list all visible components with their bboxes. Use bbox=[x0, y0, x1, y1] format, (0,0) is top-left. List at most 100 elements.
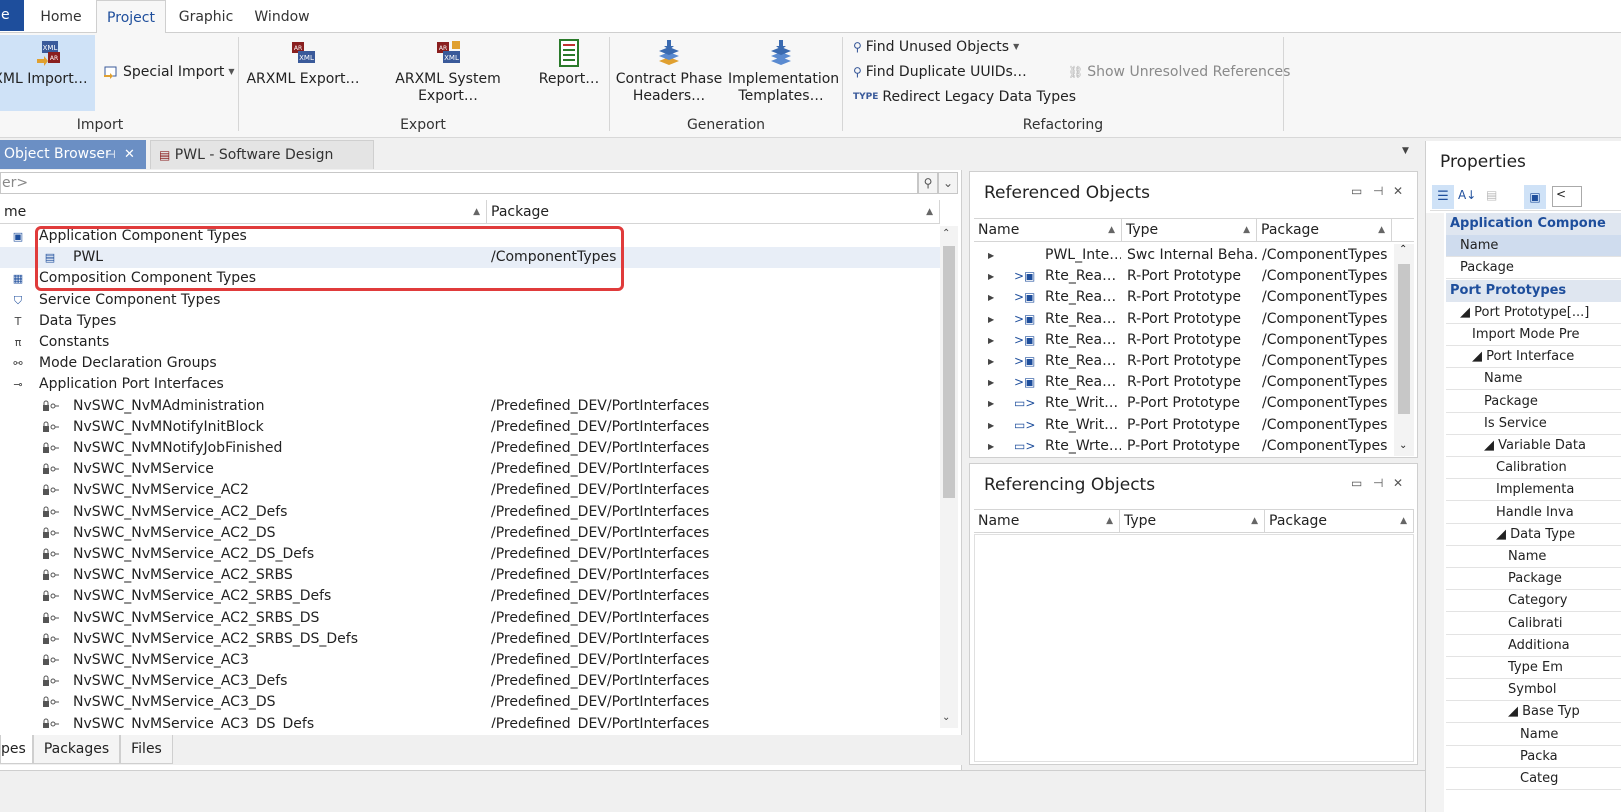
property-row[interactable]: Category bbox=[1446, 590, 1621, 613]
referenced-row[interactable]: ▶ >▣ Rte_Rea… R-Port Prototype/ComponentTyp… bbox=[974, 330, 1392, 351]
property-row[interactable]: Name bbox=[1446, 235, 1621, 258]
property-row[interactable]: Calibration bbox=[1446, 457, 1621, 480]
find-unused-objects-button[interactable]: ⚲ Find Unused Objects ▼ bbox=[853, 38, 1019, 56]
scroll-up-icon[interactable]: ⌃ bbox=[942, 228, 950, 239]
property-row[interactable]: Packa bbox=[1446, 746, 1621, 768]
expand-arrow-icon[interactable]: ▶ bbox=[988, 330, 994, 351]
vertical-scrollbar[interactable]: ⌃ ⌄ bbox=[1394, 244, 1414, 456]
referenced-row[interactable]: ▶ PWL_Inte… Swc Internal Beha…/ComponentTy… bbox=[974, 245, 1392, 266]
column-package-header[interactable]: Package ▲ bbox=[487, 200, 940, 224]
arxml-export-button[interactable]: AR XML ARXML Export… bbox=[246, 39, 360, 88]
scrollbar-thumb[interactable] bbox=[943, 246, 955, 498]
referenced-row[interactable]: ▶ ▭> Rte_Wrte… P-Port Prototype/ComponentTy… bbox=[974, 436, 1392, 456]
expand-arrow-icon[interactable]: ▶ bbox=[988, 266, 994, 287]
property-row[interactable]: ◢ Data Type bbox=[1446, 524, 1621, 546]
column-type-header[interactable]: Type ▲ bbox=[1122, 219, 1257, 242]
property-row[interactable]: Name bbox=[1446, 724, 1621, 746]
file-tab[interactable]: e bbox=[0, 0, 24, 31]
referenced-row[interactable]: ▶ >▣ Rte_Rea… R-Port Prototype/ComponentTyp… bbox=[974, 372, 1392, 393]
property-row[interactable]: Package bbox=[1446, 257, 1621, 280]
property-row[interactable]: Type Em bbox=[1446, 657, 1621, 679]
tab-window[interactable]: Window bbox=[246, 0, 318, 33]
tree-row[interactable]: NvSWC_NvMService_AC2_SRBS_DS_Defs/Predef… bbox=[0, 629, 940, 650]
tab-list-dropdown-icon[interactable]: ▼ bbox=[1402, 146, 1409, 156]
tab-home[interactable]: Home bbox=[28, 0, 94, 33]
tree-row[interactable]: ⚯ Mode Declaration Groups bbox=[0, 353, 940, 374]
property-row[interactable]: Implementa bbox=[1446, 479, 1621, 502]
pin-icon[interactable]: ⊣ bbox=[106, 140, 116, 169]
filter-dropdown-icon[interactable]: ⌄ bbox=[938, 172, 958, 194]
arxml-import-button[interactable]: XML AR XML Import… bbox=[0, 39, 95, 88]
column-package-header[interactable]: Package ▲ bbox=[1257, 219, 1392, 242]
categorized-view-icon[interactable]: ☰ bbox=[1432, 185, 1454, 209]
tree-row[interactable]: NvSWC_NvMAdministration/Predefined_DEV/P… bbox=[0, 396, 940, 417]
tree-row[interactable]: NvSWC_NvMService_AC2_DS_Defs/Predefined_… bbox=[0, 544, 940, 565]
property-row[interactable]: ◢ Base Typ bbox=[1446, 701, 1621, 724]
contract-phase-headers-button[interactable]: Contract Phase Headers… bbox=[614, 39, 724, 105]
pin-icon[interactable]: ⊣ bbox=[1373, 476, 1383, 490]
expand-arrow-icon[interactable]: ▶ bbox=[988, 415, 994, 436]
property-category[interactable]: Port Prototypes bbox=[1446, 279, 1621, 302]
tab-packages[interactable]: Packages bbox=[33, 735, 120, 764]
property-row[interactable]: Package bbox=[1446, 568, 1621, 591]
property-row[interactable]: Symbol bbox=[1446, 679, 1621, 702]
tab-types[interactable]: pes bbox=[0, 735, 33, 764]
show-unresolved-references-button[interactable]: ⛓ Show Unresolved References bbox=[1068, 63, 1290, 81]
tree-row[interactable]: ⊸ Application Port Interfaces bbox=[0, 374, 940, 395]
column-name-header[interactable]: me ▲ bbox=[0, 200, 487, 224]
property-row[interactable]: Handle Inva bbox=[1446, 502, 1621, 524]
scrollbar-thumb[interactable] bbox=[1398, 264, 1410, 414]
tree-row[interactable]: NvSWC_NvMService_AC2_SRBS/Predefined_DEV… bbox=[0, 565, 940, 586]
property-row[interactable]: ◢ Port Interface bbox=[1446, 346, 1621, 369]
tab-files[interactable]: Files bbox=[120, 735, 173, 764]
close-icon[interactable]: ✕ bbox=[124, 140, 135, 169]
tree-row[interactable]: NvSWC_NvMService_AC2_DS/Predefined_DEV/P… bbox=[0, 523, 940, 544]
tab-project[interactable]: Project bbox=[96, 0, 166, 34]
scroll-down-icon[interactable]: ⌄ bbox=[942, 712, 950, 723]
tab-pwl-software-design[interactable]: ▤ PWL - Software Design bbox=[150, 140, 374, 169]
back-icon[interactable]: < bbox=[1552, 186, 1582, 207]
property-row[interactable]: Categ bbox=[1446, 768, 1621, 790]
find-duplicate-uuids-button[interactable]: ⚲ Find Duplicate UUIDs… bbox=[853, 63, 1027, 81]
expand-arrow-icon[interactable]: ▶ bbox=[988, 393, 994, 414]
column-name-header[interactable]: Name ▲ bbox=[974, 219, 1122, 242]
column-package-header[interactable]: Package ▲ bbox=[1265, 510, 1414, 533]
property-row[interactable]: ◢ Port Prototype[...] bbox=[1446, 302, 1621, 324]
tree-row[interactable]: π Constants bbox=[0, 332, 940, 353]
tree-row[interactable]: NvSWC_NvMService_AC2_Defs/Predefined_DEV… bbox=[0, 502, 940, 523]
tree-row[interactable]: ⛉ Service Component Types bbox=[0, 290, 940, 311]
description-icon[interactable]: ▣ bbox=[1524, 185, 1546, 209]
property-row[interactable]: Package bbox=[1446, 391, 1621, 413]
scroll-down-icon[interactable]: ⌄ bbox=[1399, 440, 1407, 451]
property-row[interactable]: Name bbox=[1446, 546, 1621, 568]
property-row[interactable]: Is Service bbox=[1446, 413, 1621, 435]
property-row[interactable]: ◢ Variable Data bbox=[1446, 435, 1621, 457]
maximize-icon[interactable]: ▭ bbox=[1351, 184, 1362, 198]
referenced-row[interactable]: ▶ >▣ Rte_Rea… R-Port Prototype/ComponentTyp… bbox=[974, 351, 1392, 372]
scroll-up-icon[interactable]: ⌃ bbox=[1399, 244, 1407, 255]
referenced-row[interactable]: ▶ >▣ Rte_Rea… R-Port Prototype/ComponentTyp… bbox=[974, 266, 1392, 287]
referenced-row[interactable]: ▶ ▭> Rte_Writ… P-Port Prototype/ComponentTy… bbox=[974, 393, 1392, 414]
property-row[interactable]: Name bbox=[1446, 368, 1621, 391]
filter-input[interactable]: er> bbox=[0, 172, 918, 194]
referenced-row[interactable]: ▶ >▣ Rte_Rea… R-Port Prototype/ComponentTyp… bbox=[974, 287, 1392, 308]
column-name-header[interactable]: Name ▲ bbox=[974, 510, 1120, 533]
property-row[interactable]: Import Mode Pre bbox=[1446, 324, 1621, 346]
tree-row[interactable]: T Data Types bbox=[0, 311, 940, 332]
tree-row[interactable]: NvSWC_NvMService_AC3_DS/Predefined_DEV/P… bbox=[0, 692, 940, 713]
property-pages-icon[interactable]: ▤ bbox=[1486, 188, 1497, 202]
expand-arrow-icon[interactable]: ▶ bbox=[988, 372, 994, 393]
tab-object-browser[interactable]: Object Browser ⊣ ✕ bbox=[0, 140, 146, 169]
property-row[interactable]: Calibrati bbox=[1446, 613, 1621, 635]
expand-arrow-icon[interactable]: ▶ bbox=[988, 287, 994, 308]
sort-alpha-icon[interactable]: A↓ bbox=[1458, 188, 1476, 202]
tree-row[interactable]: NvSWC_NvMNotifyInitBlock/Predefined_DEV/… bbox=[0, 417, 940, 438]
referenced-row[interactable]: ▶ ▭> Rte_Writ… P-Port Prototype/ComponentTy… bbox=[974, 415, 1392, 436]
special-import-button[interactable]: Special Import ▼ bbox=[103, 63, 235, 81]
tree-row[interactable]: NvSWC_NvMService_AC2_SRBS_Defs/Predefine… bbox=[0, 586, 940, 607]
tree-row[interactable]: NvSWC_NvMService/Predefined_DEV/PortInte… bbox=[0, 459, 940, 480]
tab-graphic[interactable]: Graphic bbox=[170, 0, 242, 33]
close-icon[interactable]: ✕ bbox=[1393, 184, 1403, 198]
implementation-templates-button[interactable]: Implementation Templates… bbox=[728, 39, 839, 105]
tree-row[interactable]: NvSWC_NvMService_AC3_DS_Defs/Predefined_… bbox=[0, 714, 940, 728]
